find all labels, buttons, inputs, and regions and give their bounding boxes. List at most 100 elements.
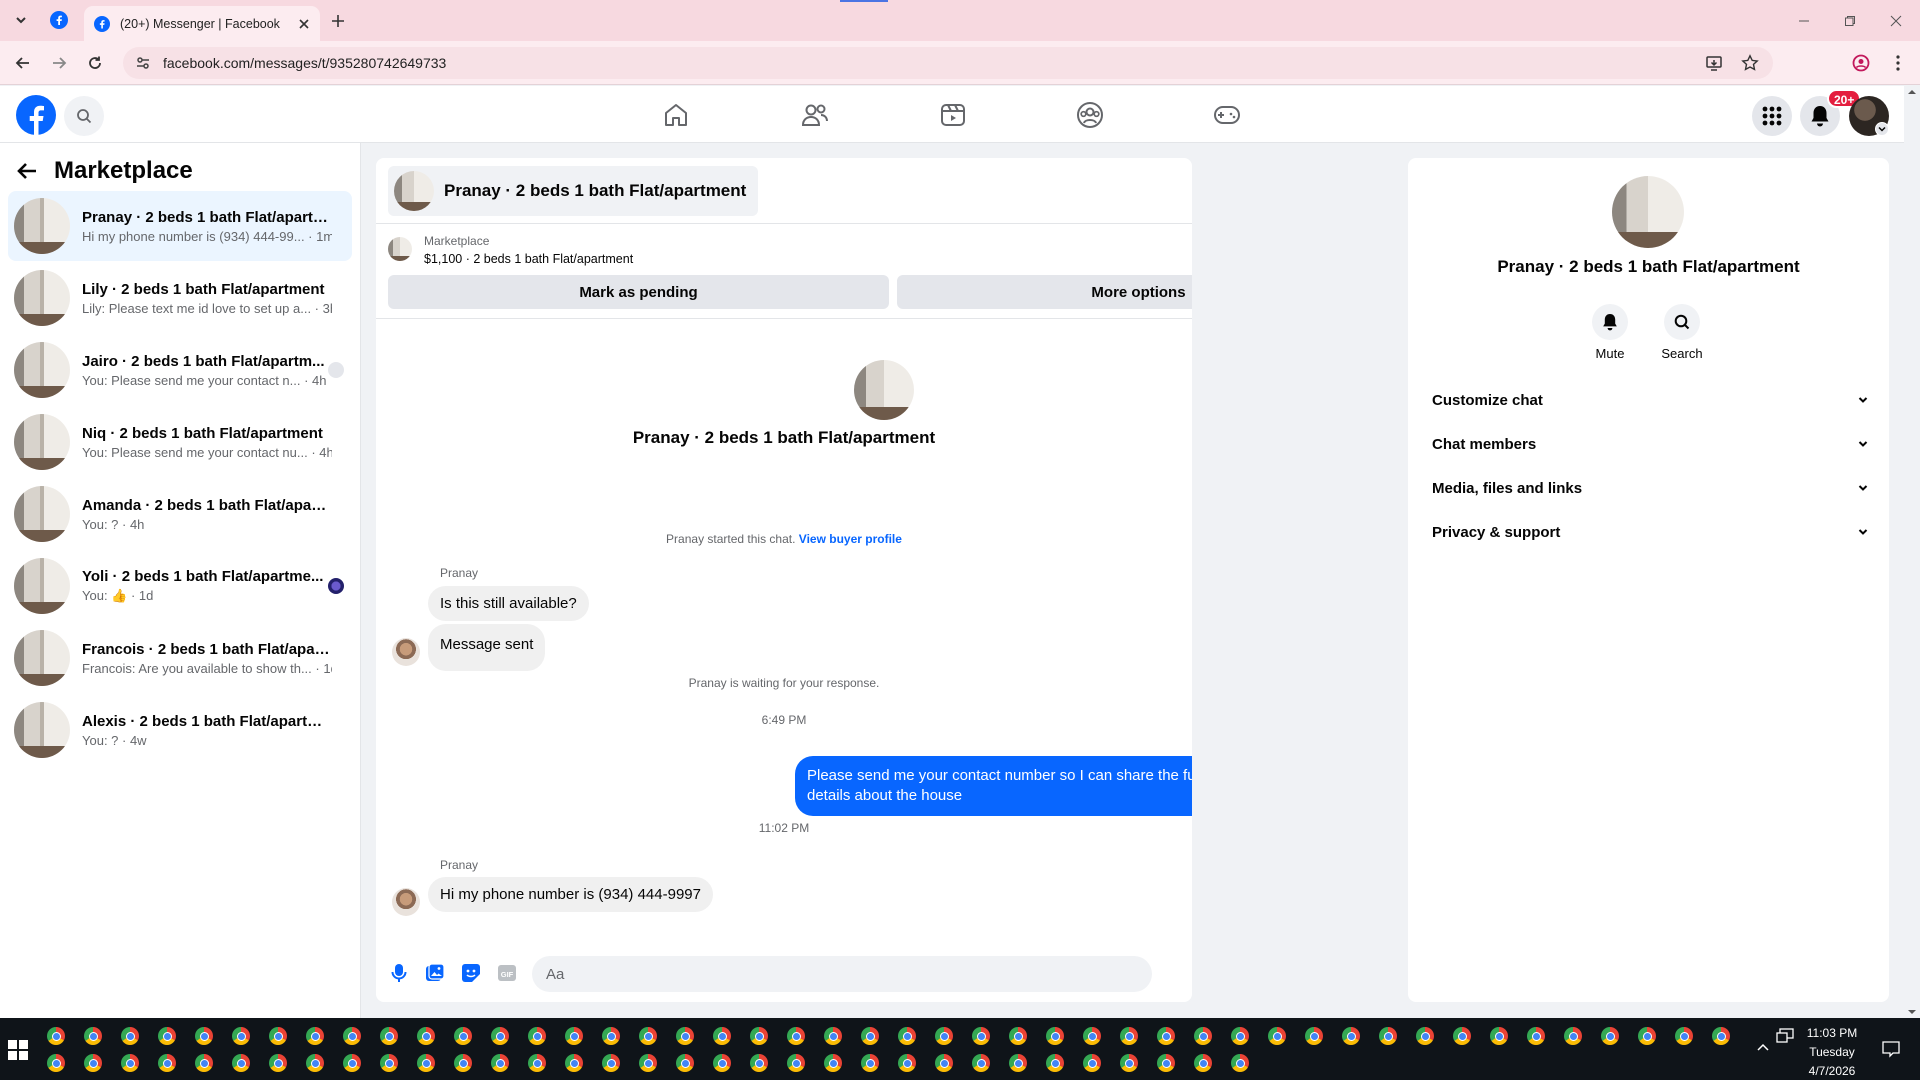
nav-watch[interactable]	[925, 95, 981, 135]
chrome-taskbar-icon[interactable]	[528, 1054, 546, 1072]
chrome-taskbar-icon[interactable]	[750, 1027, 768, 1045]
restore-button[interactable]	[1827, 0, 1873, 41]
address-bar[interactable]: facebook.com/messages/t/935280742649733	[123, 47, 1773, 79]
chrome-taskbar-icon[interactable]	[195, 1027, 213, 1045]
chrome-taskbar-icon[interactable]	[824, 1054, 842, 1072]
incoming-message[interactable]: Message sent	[428, 624, 546, 671]
chrome-taskbar-icon[interactable]	[1416, 1027, 1434, 1045]
chrome-taskbar-icon[interactable]	[565, 1054, 583, 1072]
chrome-taskbar-icon[interactable]	[676, 1027, 694, 1045]
details-section-row[interactable]: Customize chat	[1416, 378, 1881, 422]
windows-start-icon[interactable]	[8, 1040, 28, 1060]
chrome-taskbar-icon[interactable]	[861, 1027, 879, 1045]
chrome-taskbar-icon[interactable]	[380, 1027, 398, 1045]
voice-clip-button[interactable]	[386, 960, 412, 986]
search-action[interactable]: Search	[1652, 304, 1712, 361]
conversation-item[interactable]: Alexis · 2 beds 1 bath Flat/apartme... Yo…	[8, 695, 352, 765]
nav-groups[interactable]	[1062, 95, 1118, 135]
chrome-taskbar-icon[interactable]	[565, 1027, 583, 1045]
search-in-chat-button[interactable]	[1664, 304, 1700, 340]
chrome-taskbar-icon[interactable]	[1009, 1054, 1027, 1072]
chrome-taskbar-icon[interactable]	[269, 1027, 287, 1045]
sender-avatar[interactable]	[392, 638, 420, 666]
scroll-up-icon[interactable]	[1904, 86, 1920, 98]
chrome-taskbar-icon[interactable]	[639, 1054, 657, 1072]
message-input[interactable]	[532, 956, 1152, 992]
notification-center-icon[interactable]	[1882, 1040, 1900, 1058]
chrome-taskbar-icon[interactable]	[1268, 1027, 1286, 1045]
chrome-taskbar-icon[interactable]	[750, 1054, 768, 1072]
site-info-icon[interactable]	[135, 55, 151, 71]
chrome-taskbar-icon[interactable]	[972, 1054, 990, 1072]
chat-title-button[interactable]: Pranay · 2 beds 1 bath Flat/apartment	[388, 166, 759, 216]
conversation-item[interactable]: Pranay · 2 beds 1 bath Flat/apartm... Hi …	[8, 191, 352, 261]
chrome-taskbar-icon[interactable]	[84, 1027, 102, 1045]
details-section-row[interactable]: Privacy & support	[1416, 510, 1881, 554]
chrome-taskbar-icon[interactable]	[1342, 1027, 1360, 1045]
mark-as-pending-button[interactable]: Mark as pending	[388, 275, 889, 309]
chrome-taskbar-icon[interactable]	[84, 1054, 102, 1072]
chrome-taskbar-icon[interactable]	[935, 1027, 953, 1045]
tab-search-button[interactable]	[10, 9, 32, 31]
chrome-taskbar-icon[interactable]	[1046, 1027, 1064, 1045]
chrome-taskbar-icon[interactable]	[602, 1027, 620, 1045]
chrome-taskbar-icon[interactable]	[343, 1027, 361, 1045]
chrome-taskbar-icon[interactable]	[306, 1054, 324, 1072]
chrome-taskbar-icon[interactable]	[269, 1054, 287, 1072]
chrome-taskbar-icon[interactable]	[861, 1054, 879, 1072]
account-menu-chevron[interactable]	[1875, 122, 1889, 136]
conversation-item[interactable]: Francois · 2 beds 1 bath Flat/apart... Fr…	[8, 623, 352, 693]
incoming-message[interactable]: Hi my phone number is (934) 444-9997	[428, 877, 713, 912]
chrome-taskbar-icon[interactable]	[343, 1054, 361, 1072]
attach-photo-button[interactable]	[422, 960, 448, 986]
chrome-taskbar-icon[interactable]	[121, 1027, 139, 1045]
chrome-taskbar-icon[interactable]	[1305, 1027, 1323, 1045]
nav-friends[interactable]	[787, 95, 843, 135]
star-icon[interactable]	[1741, 54, 1759, 72]
chrome-taskbar-icon[interactable]	[1157, 1027, 1175, 1045]
chrome-taskbar-icon[interactable]	[232, 1054, 250, 1072]
chrome-taskbar-icon[interactable]	[602, 1054, 620, 1072]
menu-button[interactable]	[1752, 96, 1792, 136]
chrome-taskbar-icon[interactable]	[639, 1027, 657, 1045]
back-arrow-icon[interactable]	[16, 160, 38, 182]
conversation-item[interactable]: Niq · 2 beds 1 bath Flat/apartment You: P…	[8, 407, 352, 477]
chrome-taskbar-icon[interactable]	[1527, 1027, 1545, 1045]
close-window-button[interactable]	[1873, 0, 1919, 41]
gif-button[interactable]: GIF	[494, 960, 520, 986]
conversation-item[interactable]: Amanda · 2 beds 1 bath Flat/apart... You:…	[8, 479, 352, 549]
scroll-down-icon[interactable]	[1904, 1006, 1920, 1018]
chrome-taskbar-icon[interactable]	[787, 1054, 805, 1072]
chrome-taskbar-icon[interactable]	[1009, 1027, 1027, 1045]
browser-menu-button[interactable]	[1887, 52, 1909, 74]
active-browser-tab[interactable]: (20+) Messenger | Facebook	[84, 6, 320, 41]
chrome-taskbar-icon[interactable]	[1194, 1054, 1212, 1072]
chrome-taskbar-icon[interactable]	[824, 1027, 842, 1045]
view-buyer-profile-link[interactable]: View buyer profile	[799, 532, 902, 546]
chrome-taskbar-icon[interactable]	[1601, 1027, 1619, 1045]
pinned-facebook-tab[interactable]	[48, 9, 70, 31]
facebook-logo[interactable]	[16, 95, 56, 135]
facebook-search-button[interactable]	[64, 96, 104, 136]
more-options-button[interactable]: More options	[897, 275, 1192, 309]
sticker-button[interactable]	[458, 960, 484, 986]
chrome-taskbar-icon[interactable]	[1453, 1027, 1471, 1045]
chrome-taskbar-icon[interactable]	[417, 1054, 435, 1072]
chrome-taskbar-icon[interactable]	[1120, 1054, 1138, 1072]
chrome-taskbar-icon[interactable]	[1046, 1054, 1064, 1072]
chrome-taskbar-icon[interactable]	[787, 1027, 805, 1045]
nav-gaming[interactable]	[1199, 95, 1255, 135]
chrome-taskbar-icon[interactable]	[158, 1054, 176, 1072]
chrome-taskbar-icon[interactable]	[47, 1054, 65, 1072]
chrome-taskbar-icon[interactable]	[713, 1027, 731, 1045]
chrome-taskbar-icon[interactable]	[454, 1027, 472, 1045]
forward-button[interactable]	[48, 52, 70, 74]
taskbar-clock[interactable]: 11:03 PM Tuesday 4/7/2026	[1792, 1024, 1872, 1080]
mute-button[interactable]	[1592, 304, 1628, 340]
chrome-taskbar-icon[interactable]	[1083, 1054, 1101, 1072]
conversation-item[interactable]: Jairo · 2 beds 1 bath Flat/apartm... You:…	[8, 335, 352, 405]
details-section-row[interactable]: Chat members	[1416, 422, 1881, 466]
chrome-taskbar-icon[interactable]	[380, 1054, 398, 1072]
chrome-taskbar-icon[interactable]	[1490, 1027, 1508, 1045]
chrome-taskbar-icon[interactable]	[898, 1027, 916, 1045]
